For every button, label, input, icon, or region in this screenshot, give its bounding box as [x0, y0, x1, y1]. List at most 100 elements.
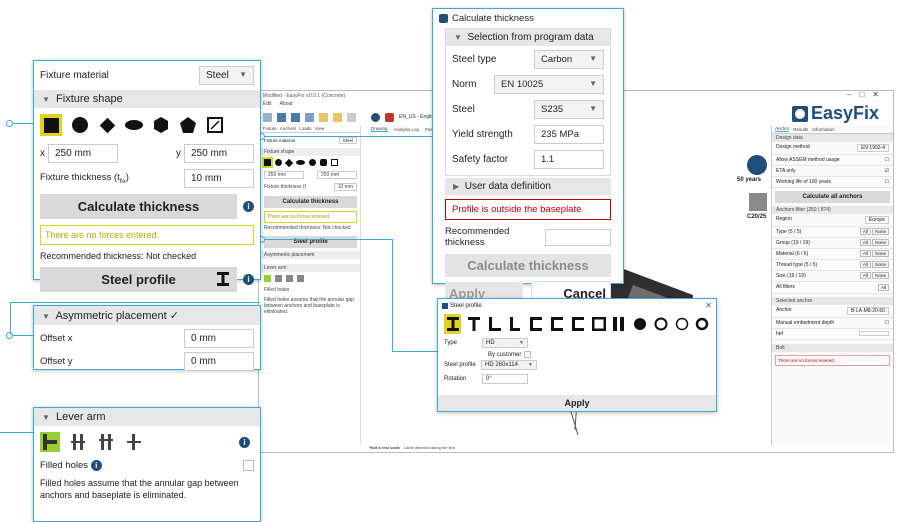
- option-eta-checkbox[interactable]: ☑: [885, 168, 889, 174]
- circle-shape-icon[interactable]: [71, 116, 89, 134]
- tab-information[interactable]: Information: [812, 127, 835, 132]
- custom-shape-icon[interactable]: [206, 116, 224, 134]
- offset-x-field[interactable]: 0 mm: [184, 329, 254, 348]
- info-icon[interactable]: i: [90, 460, 102, 471]
- round-tube-profile-icon[interactable]: [653, 315, 669, 333]
- diamond-shape-icon[interactable]: [98, 116, 116, 134]
- steel-type-select[interactable]: Carbon ▼: [534, 50, 604, 69]
- x-dimension-field[interactable]: 250 mm: [48, 144, 118, 163]
- manual-depth-checkbox[interactable]: ☐: [885, 320, 889, 326]
- settings-icon[interactable]: [385, 112, 394, 122]
- pentagon-shape-icon[interactable]: [179, 116, 197, 134]
- square-shape-icon[interactable]: [40, 114, 62, 136]
- tab-view[interactable]: View: [315, 126, 325, 131]
- flat-bar-profile-icon[interactable]: [611, 315, 627, 333]
- undo-icon[interactable]: [319, 112, 328, 122]
- by-customer-checkbox[interactable]: [524, 351, 532, 358]
- save-icon[interactable]: [277, 112, 286, 122]
- l-profile-icon[interactable]: [487, 315, 503, 333]
- region-select[interactable]: Europe: [864, 216, 889, 224]
- filled-holes-checkbox[interactable]: [243, 460, 254, 471]
- mini-hexagon-icon[interactable]: [309, 159, 316, 166]
- mini-thickness-field[interactable]: 10 mm: [333, 183, 357, 191]
- info-icon[interactable]: [371, 112, 380, 122]
- t-profile-icon[interactable]: [466, 315, 482, 333]
- profile-select[interactable]: HD 260x114 ▼: [481, 360, 537, 370]
- mini-lever-4-icon[interactable]: [297, 275, 304, 282]
- asym-header[interactable]: ▼ Asymmetric placement ✓: [34, 306, 260, 325]
- y-dimension-field[interactable]: 250 mm: [184, 144, 254, 163]
- thickness-field[interactable]: 10 mm: [184, 169, 254, 188]
- mini-y-field[interactable]: 250 mm: [317, 171, 357, 179]
- mini-circle-icon[interactable]: [275, 159, 282, 166]
- filter-group-all[interactable]: All: [859, 239, 871, 246]
- lever-header[interactable]: ▼ Lever arm: [34, 408, 260, 426]
- rect-tube-profile-icon[interactable]: [591, 315, 607, 333]
- tab-anchors[interactable]: Anchors: [280, 126, 297, 131]
- lever-clamped-icon[interactable]: [40, 432, 60, 452]
- filter-group-none[interactable]: None: [872, 239, 889, 246]
- tab-results[interactable]: Results: [793, 127, 808, 132]
- program-data-header[interactable]: ▼ Selection from program data: [446, 29, 610, 46]
- tab-fixture[interactable]: Fixture: [263, 126, 277, 131]
- filter-type-all[interactable]: All: [859, 228, 871, 235]
- calculate-thickness-button[interactable]: Calculate thickness: [40, 194, 237, 219]
- mini-diamond-icon[interactable]: [284, 158, 294, 167]
- option-assem-checkbox[interactable]: ☐: [885, 157, 889, 163]
- mini-calc-button[interactable]: Calculate thickness: [264, 196, 357, 208]
- report-icon[interactable]: [347, 112, 356, 122]
- menu-about[interactable]: About: [280, 101, 293, 107]
- user-data-header[interactable]: ▶ User data definition: [445, 178, 611, 195]
- round-tube-thick-profile-icon[interactable]: [694, 315, 710, 333]
- l-unequal-profile-icon[interactable]: [508, 315, 524, 333]
- lever-double-icon[interactable]: [68, 432, 88, 452]
- info-icon[interactable]: i: [243, 201, 254, 212]
- material-select[interactable]: Steel ▼: [199, 66, 254, 85]
- hexagon-shape-icon[interactable]: [152, 116, 170, 134]
- option-working-life-checkbox[interactable]: ☐: [885, 179, 889, 185]
- lever-offset-icon[interactable]: [96, 432, 116, 452]
- round-tube-thin-profile-icon[interactable]: [674, 315, 690, 333]
- filter-size-all[interactable]: All: [859, 272, 871, 279]
- mini-material-select[interactable]: Steel: [338, 137, 357, 144]
- filter-material-all[interactable]: All: [859, 250, 871, 257]
- all-filters-button[interactable]: All: [877, 284, 889, 291]
- tab-loads[interactable]: Loads: [299, 126, 311, 131]
- mini-lever-3-icon[interactable]: [286, 275, 293, 282]
- calc-all-button[interactable]: Calculate all anchors: [775, 191, 890, 203]
- filter-thread-all[interactable]: All: [859, 261, 871, 268]
- safety-factor-field[interactable]: 1.1: [534, 150, 604, 169]
- tab-analysis-log[interactable]: Analysis Log: [394, 127, 420, 132]
- mini-custom-icon[interactable]: [331, 159, 338, 166]
- c-channel-profile-icon[interactable]: [570, 315, 586, 333]
- new-icon[interactable]: [263, 112, 272, 122]
- tab-drawing[interactable]: Drawing: [371, 126, 388, 132]
- mini-lever-1-icon[interactable]: [264, 275, 271, 282]
- dialog-calculate-button[interactable]: Calculate thickness: [445, 254, 611, 277]
- steel-select[interactable]: S235 ▼: [534, 100, 604, 119]
- save-as-icon[interactable]: [291, 112, 300, 122]
- filter-type-none[interactable]: None: [872, 228, 889, 235]
- norm-select[interactable]: EN 10025 ▼: [494, 75, 604, 94]
- language-selector[interactable]: EN_US - English: [399, 114, 437, 120]
- filter-size-none[interactable]: None: [872, 272, 889, 279]
- filter-thread-none[interactable]: None: [872, 261, 889, 268]
- c-profile-icon[interactable]: [529, 315, 545, 333]
- window-controls[interactable]: –□✕: [847, 90, 887, 99]
- mini-oval-icon[interactable]: [296, 160, 305, 165]
- info-icon[interactable]: i: [239, 436, 250, 448]
- mini-square-icon[interactable]: [262, 157, 273, 168]
- redo-icon[interactable]: [333, 112, 342, 122]
- c-lipped-profile-icon[interactable]: [549, 315, 565, 333]
- mini-lever-2-icon[interactable]: [275, 275, 282, 282]
- mini-steel-profile-button[interactable]: Steel profile: [264, 236, 357, 248]
- anchor-select[interactable]: B-LA-M8-20-50: [846, 307, 889, 315]
- filter-material-none[interactable]: None: [872, 250, 889, 257]
- print-icon[interactable]: [305, 112, 314, 122]
- lever-free-icon[interactable]: [124, 432, 144, 452]
- offset-y-field[interactable]: 0 mm: [184, 352, 254, 371]
- hef-field[interactable]: [859, 331, 889, 336]
- rotation-field[interactable]: 0°: [482, 374, 528, 384]
- oval-shape-icon[interactable]: [125, 116, 143, 134]
- yield-strength-field[interactable]: 235 MPa: [534, 125, 604, 144]
